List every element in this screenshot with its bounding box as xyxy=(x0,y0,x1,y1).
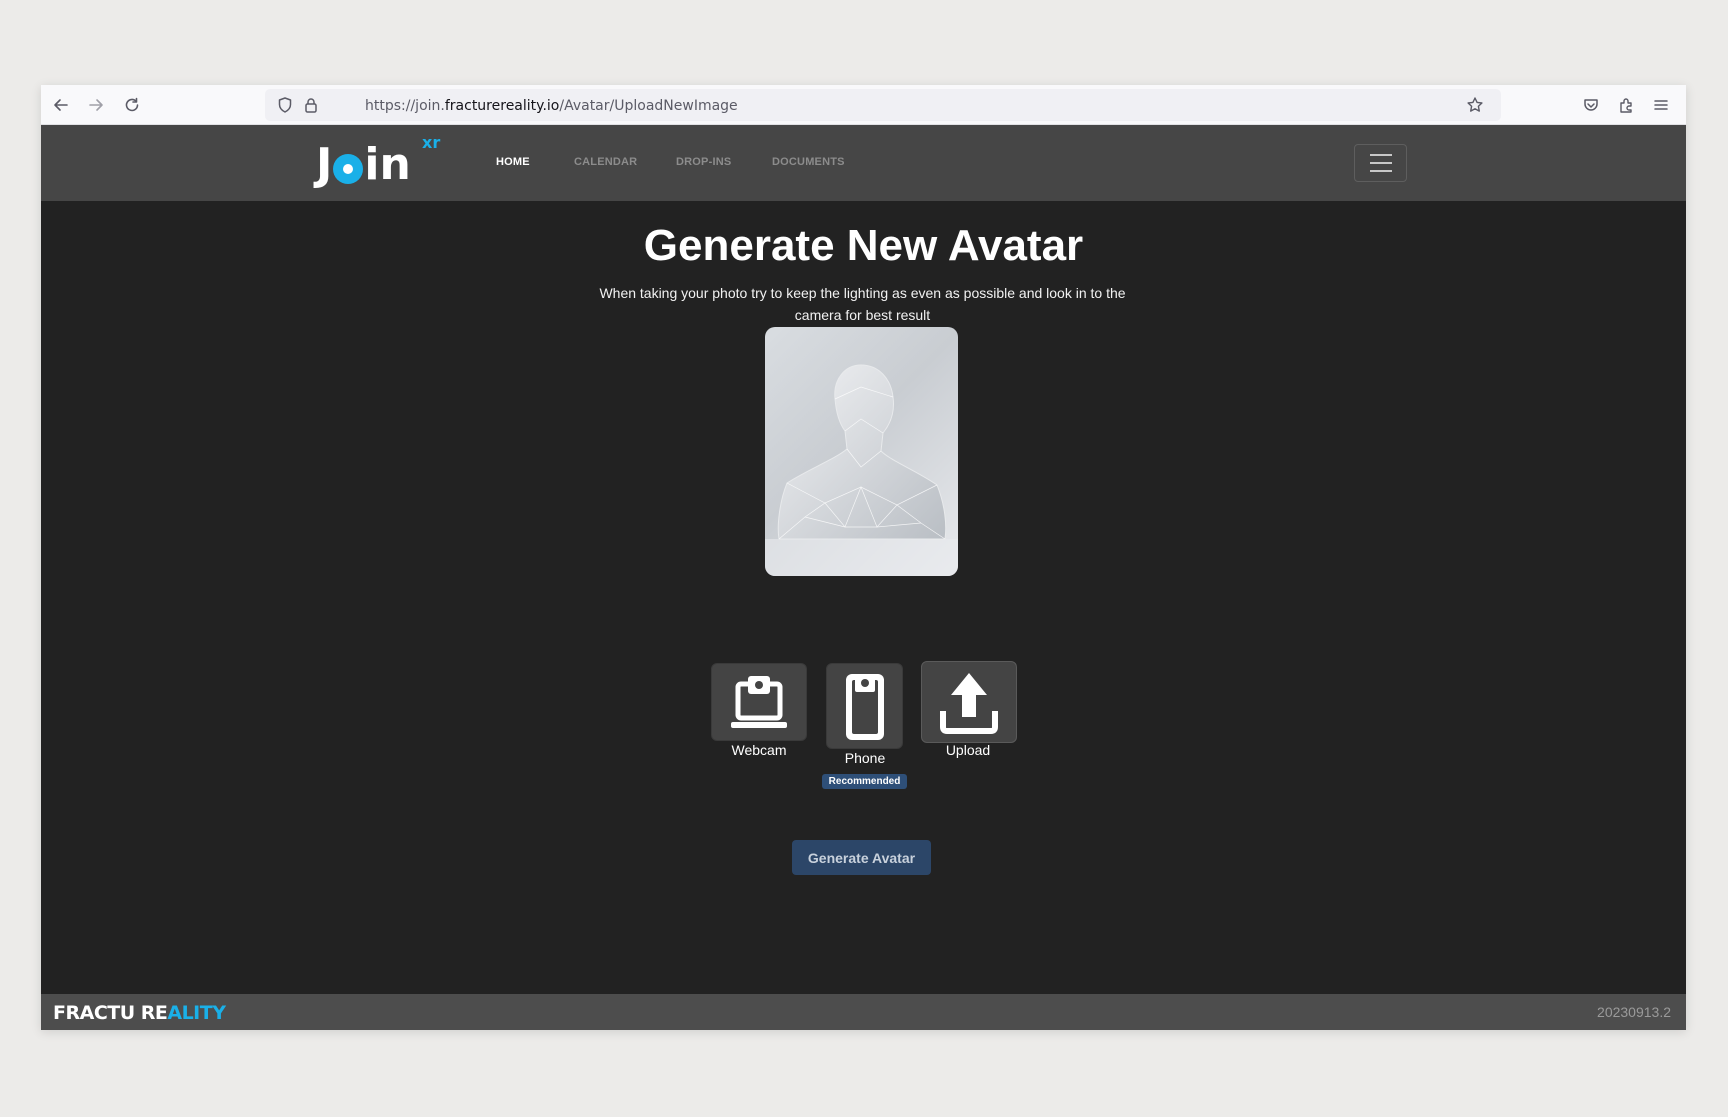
url-bar[interactable]: https://join.fracturereality.io/Avatar/U… xyxy=(265,89,1501,121)
extensions-icon[interactable] xyxy=(1614,93,1638,117)
hamburger-menu-button[interactable] xyxy=(1354,144,1407,182)
nav-link-home[interactable]: HOME xyxy=(496,156,530,168)
fracture-reality-logo[interactable]: FRACTU REALITY xyxy=(53,1002,226,1024)
webcam-button[interactable] xyxy=(711,663,807,741)
hamburger-line xyxy=(1369,170,1392,172)
join-xr-logo[interactable]: Jin xr xyxy=(316,135,440,190)
nav-link-documents[interactable]: DOCUMENTS xyxy=(772,156,845,168)
phone-label[interactable]: Phone xyxy=(805,750,925,766)
upload-button[interactable] xyxy=(921,661,1017,743)
logo-text-in: in xyxy=(364,139,411,190)
pocket-icon[interactable] xyxy=(1579,93,1603,117)
logo-text-j: J xyxy=(316,139,333,190)
site-navbar: Jin xr HOME CALENDAR DROP-INS DOCUMENTS xyxy=(41,125,1686,201)
page-subtitle: When taking your photo try to keep the l… xyxy=(599,285,1126,323)
version-number: 20230913.2 xyxy=(1597,1004,1671,1020)
star-icon[interactable] xyxy=(1463,93,1487,117)
generate-avatar-button[interactable]: Generate Avatar xyxy=(792,840,931,875)
url-prefix: https://join. xyxy=(365,98,445,114)
url-host: fracturereality.io xyxy=(444,98,560,114)
logo-xr: xr xyxy=(422,133,441,152)
nav-link-calendar[interactable]: CALENDAR xyxy=(574,156,637,168)
reload-icon[interactable] xyxy=(120,93,144,117)
page-title: Generate New Avatar xyxy=(643,221,1084,270)
avatar-preview-image xyxy=(765,327,958,576)
main-content: Generate New Avatar When taking your pho… xyxy=(41,201,1686,994)
url-path: /Avatar/UploadNewImage xyxy=(559,98,738,114)
nav-link-drop-ins[interactable]: DROP-INS xyxy=(676,156,731,168)
url-text[interactable]: https://join.fracturereality.io/Avatar/U… xyxy=(365,98,738,114)
forward-arrow-icon[interactable] xyxy=(84,93,108,117)
recommended-badge: Recommended xyxy=(822,774,907,789)
lock-icon[interactable] xyxy=(299,93,323,117)
browser-toolbar: https://join.fracturereality.io/Avatar/U… xyxy=(41,85,1686,125)
hamburger-line xyxy=(1369,154,1392,156)
webcam-icon xyxy=(731,676,787,728)
phone-icon xyxy=(845,674,884,740)
shield-icon[interactable] xyxy=(273,93,297,117)
browser-window: https://join.fracturereality.io/Avatar/U… xyxy=(41,85,1686,1030)
menu-icon[interactable] xyxy=(1649,93,1673,117)
avatar-bust-illustration xyxy=(765,364,958,576)
back-arrow-icon[interactable] xyxy=(49,93,73,117)
upload-label[interactable]: Upload xyxy=(908,742,1028,758)
webcam-label[interactable]: Webcam xyxy=(699,742,819,758)
phone-button[interactable] xyxy=(826,663,903,749)
hamburger-line xyxy=(1369,162,1392,164)
logo-dot-icon xyxy=(333,154,364,184)
upload-icon xyxy=(940,673,998,734)
site-footer: FRACTU REALITY 20230913.2 xyxy=(41,994,1686,1030)
